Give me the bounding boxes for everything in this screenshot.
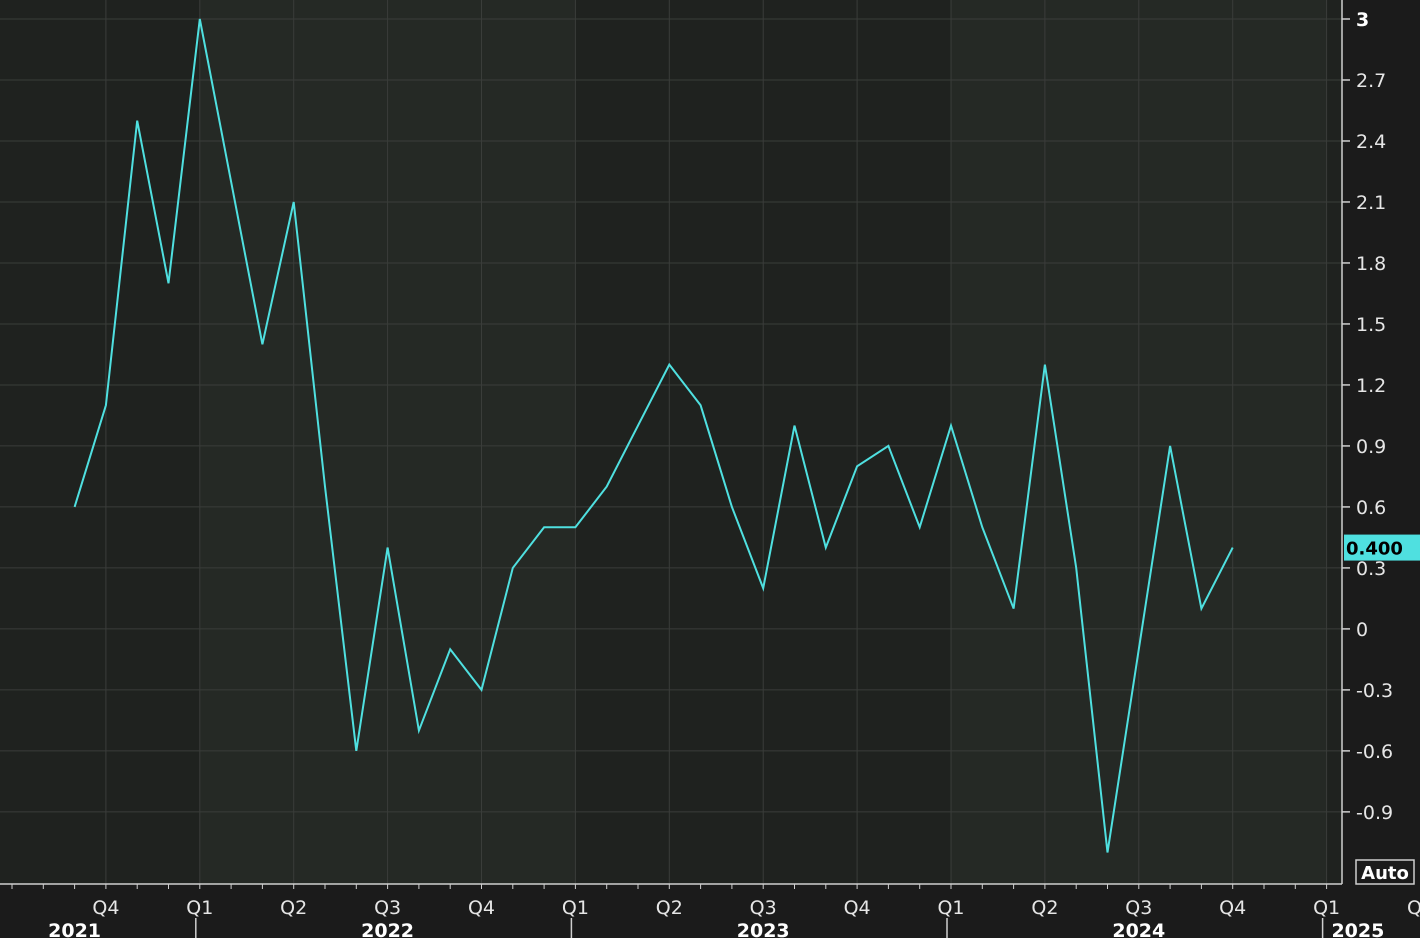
y-tick-label: -0.6 xyxy=(1356,741,1393,763)
y-tick-label: 2.4 xyxy=(1356,131,1386,153)
auto-button-label[interactable]: Auto xyxy=(1361,863,1409,884)
year-label: 2022 xyxy=(361,920,414,938)
y-tick-label: 0 xyxy=(1356,619,1368,641)
x-tick-label: Q1 xyxy=(186,897,213,919)
y-tick-label: 0.6 xyxy=(1356,497,1386,519)
y-tick-label: 2.1 xyxy=(1356,192,1386,214)
x-tick-label: Q1 xyxy=(562,897,589,919)
y-tick-label: 1.2 xyxy=(1356,375,1386,397)
x-tick-label: Q3 xyxy=(750,897,777,919)
x-tick-label: Q3 xyxy=(374,897,401,919)
y-tick-label: 2.7 xyxy=(1356,70,1386,92)
x-tick-label: Q2 xyxy=(1031,897,1058,919)
value-labels: 0.400 Auto xyxy=(1344,534,1420,885)
year-label: 2024 xyxy=(1112,920,1165,938)
x-tick-label: Q2 xyxy=(1407,897,1420,919)
x-tick-label: Q4 xyxy=(1219,897,1246,919)
x-tick-label: Q3 xyxy=(1125,897,1152,919)
y-tick-label: -0.3 xyxy=(1356,680,1393,702)
auto-scale-button[interactable]: Auto xyxy=(1355,859,1415,885)
year-label: 2023 xyxy=(737,920,790,938)
x-tick-label: Q4 xyxy=(92,897,119,919)
y-tick-label: 0.9 xyxy=(1356,436,1386,458)
y-tick-label: -0.9 xyxy=(1356,802,1393,824)
y-axis: 3 2.7 2.4 2.1 1.8 1.5 1.2 0.9 0.6 0.3 0 -0.3 -0.6 -0.… xyxy=(1341,0,1393,884)
year-label: 2025 xyxy=(1331,920,1384,938)
x-axis: Q4 Q1 Q2 Q3 Q4 Q1 Q2 Q3 Q4 Q1 Q2 Q3 Q4 Q1 Q2 2021 2022 20… xyxy=(0,883,1420,938)
y-tick-label: 1.8 xyxy=(1356,253,1386,275)
x-tick-label: Q1 xyxy=(1313,897,1340,919)
x-tick-label: Q2 xyxy=(280,897,307,919)
line-chart: 3 2.7 2.4 2.1 1.8 1.5 1.2 0.9 0.6 0.3 0 -0.3 -0.6 -0.… xyxy=(0,0,1420,938)
x-tick-label: Q1 xyxy=(937,897,964,919)
x-tick-label: Q4 xyxy=(844,897,871,919)
last-value-text: 0.400 xyxy=(1346,539,1403,560)
y-tick-label: 3 xyxy=(1356,9,1369,31)
year-label: 2021 xyxy=(48,920,101,938)
x-tick-label: Q2 xyxy=(656,897,683,919)
y-tick-label: 0.3 xyxy=(1356,558,1386,580)
y-tick-label: 1.5 xyxy=(1356,314,1386,336)
x-tick-label: Q4 xyxy=(468,897,495,919)
